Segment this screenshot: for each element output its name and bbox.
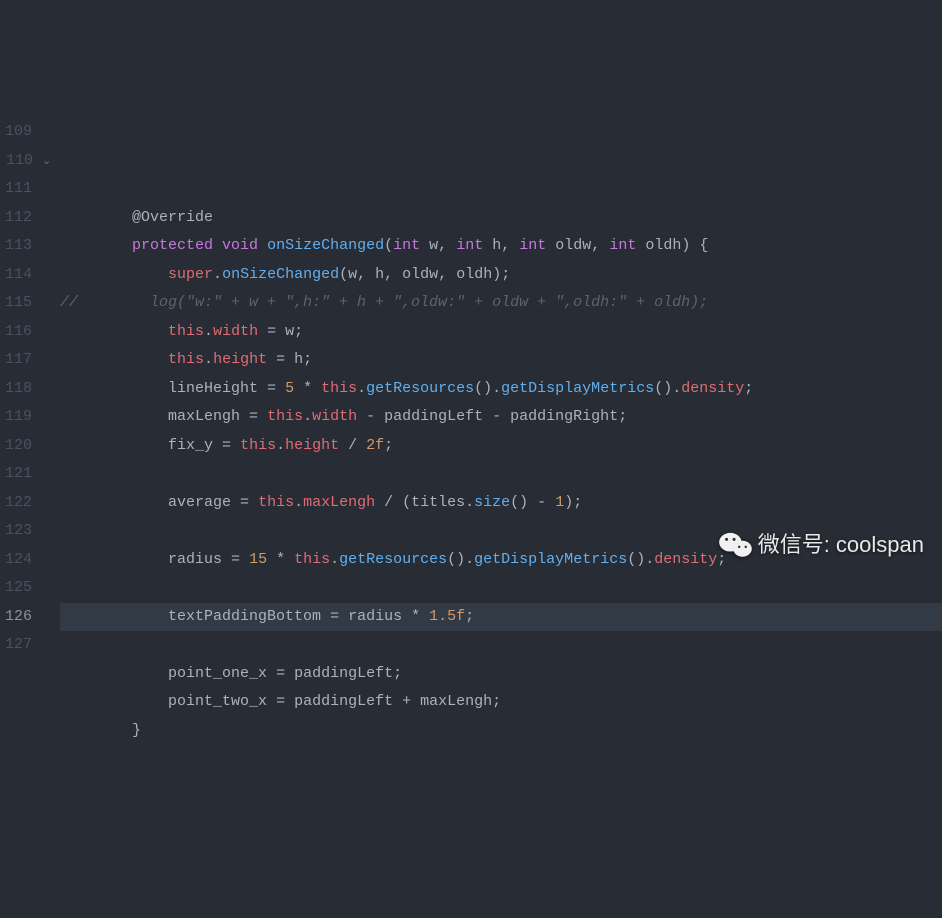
line-number: 113 — [0, 232, 50, 261]
line-number: 124 — [0, 546, 50, 575]
line-number: 119 — [0, 403, 50, 432]
code-line[interactable] — [60, 460, 942, 489]
line-number: 125 — [0, 574, 50, 603]
code-line[interactable]: textPaddingBottom = radius * 1.5f; — [60, 603, 942, 632]
code-line[interactable]: @Override — [60, 204, 942, 233]
wechat-icon — [718, 531, 752, 559]
line-number-gutter: 109 110 ⌄111 112 113 114 115 116 117 118… — [0, 114, 60, 718]
watermark-text: 微信号: coolspan — [758, 524, 924, 566]
code-line[interactable]: maxLengh = this.width - paddingLeft - pa… — [60, 403, 942, 432]
code-line[interactable]: average = this.maxLengh / (titles.size()… — [60, 489, 942, 518]
code-line[interactable]: point_one_x = paddingLeft; — [60, 660, 942, 689]
code-line[interactable]: fix_y = this.height / 2f; — [60, 432, 942, 461]
code-line[interactable]: this.width = w; — [60, 318, 942, 347]
code-line[interactable] — [60, 574, 942, 603]
code-line[interactable]: protected void onSizeChanged(int w, int … — [60, 232, 942, 261]
line-number: 123 — [0, 517, 50, 546]
code-line[interactable]: this.height = h; — [60, 346, 942, 375]
line-number: 118 — [0, 375, 50, 404]
line-number: 115 — [0, 289, 50, 318]
line-number: 120 — [0, 432, 50, 461]
code-content[interactable]: @Override protected void onSizeChanged(i… — [60, 204, 942, 746]
line-number: 126 — [0, 603, 50, 632]
line-number: 127 — [0, 631, 50, 660]
code-editor[interactable]: 109 110 ⌄111 112 113 114 115 116 117 118… — [0, 114, 942, 718]
line-number: 117 — [0, 346, 50, 375]
line-number: 111 — [0, 175, 50, 204]
line-number: 122 — [0, 489, 50, 518]
line-number: 121 — [0, 460, 50, 489]
code-line[interactable]: // log("w:" + w + ",h:" + h + ",oldw:" +… — [60, 289, 942, 318]
wechat-watermark: 微信号: coolspan — [718, 524, 924, 566]
line-number: 109 — [0, 118, 50, 147]
fold-marker-icon[interactable]: ⌄ — [42, 152, 50, 173]
code-area[interactable]: @Override protected void onSizeChanged(i… — [60, 114, 942, 718]
line-number: 114 — [0, 261, 50, 290]
code-line[interactable] — [60, 631, 942, 660]
line-number: 110 ⌄ — [0, 147, 50, 176]
code-line[interactable]: lineHeight = 5 * this.getResources().get… — [60, 375, 942, 404]
code-line[interactable]: point_two_x = paddingLeft + maxLengh; — [60, 688, 942, 717]
code-line[interactable]: } — [60, 717, 942, 746]
line-number: 112 — [0, 204, 50, 233]
line-number: 116 — [0, 318, 50, 347]
code-line[interactable]: super.onSizeChanged(w, h, oldw, oldh); — [60, 261, 942, 290]
